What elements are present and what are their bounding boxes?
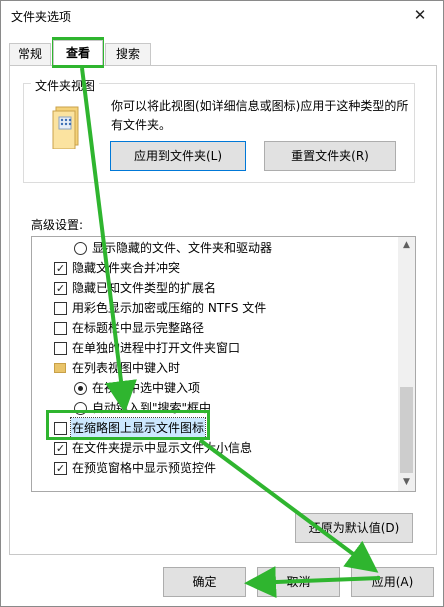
checkbox-unchecked[interactable]	[54, 342, 67, 355]
checkbox-unchecked[interactable]	[54, 322, 67, 335]
advanced-setting-label: 在缩略图上显示文件图标	[69, 417, 207, 439]
advanced-setting-label: 在列表视图中键入时	[72, 361, 181, 375]
advanced-setting-label: 在视图中选中键入项	[92, 381, 201, 395]
tab-search[interactable]: 搜索	[105, 43, 151, 65]
checkbox-checked[interactable]: ✓	[54, 262, 67, 275]
checkbox-unchecked[interactable]	[54, 422, 67, 435]
scroll-down-icon[interactable]: ▼	[398, 474, 415, 491]
title-bar: 文件夹选项 ✕	[1, 1, 443, 31]
advanced-setting-row[interactable]: 在单独的进程中打开文件夹窗口	[32, 338, 398, 358]
scroll-up-icon[interactable]: ▲	[398, 237, 415, 254]
checkbox-checked[interactable]: ✓	[54, 282, 67, 295]
advanced-setting-row[interactable]: 在缩略图上显示文件图标	[32, 417, 398, 439]
advanced-setting-row[interactable]: 用彩色显示加密或压缩的 NTFS 文件	[32, 298, 398, 318]
apply-button[interactable]: 应用(A)	[351, 567, 434, 597]
advanced-setting-label: 自动键入到"搜索"框中	[92, 401, 212, 415]
ok-button[interactable]: 确定	[163, 567, 246, 597]
advanced-setting-row[interactable]: 在列表视图中键入时	[32, 358, 398, 378]
tab-general[interactable]: 常规	[9, 43, 51, 65]
advanced-setting-row[interactable]: ✓ 在预览窗格中显示预览控件	[32, 458, 398, 478]
checkbox-unchecked[interactable]	[54, 302, 67, 315]
folder-icon	[54, 363, 66, 373]
radio-selected[interactable]	[74, 382, 87, 395]
scroll-thumb[interactable]	[400, 387, 413, 473]
advanced-setting-row[interactable]: 显示隐藏的文件、文件夹和驱动器	[32, 238, 398, 258]
cancel-button[interactable]: 取消	[257, 567, 340, 597]
advanced-settings-list[interactable]: 显示隐藏的文件、文件夹和驱动器 ✓ 隐藏文件夹合并冲突 ✓ 隐藏已知文件类型的扩展名用彩…	[31, 236, 416, 492]
folder-options-dialog: 文件夹选项 ✕ 常规 查看 搜索 文件夹视图 你可以将此视图(如详细信息或图标)…	[0, 0, 444, 607]
tab-view[interactable]: 查看	[53, 40, 103, 65]
restore-defaults-button[interactable]: 还原为默认值(D)	[295, 513, 413, 543]
advanced-setting-label: 隐藏已知文件类型的扩展名	[72, 281, 217, 295]
advanced-setting-row[interactable]: 在标题栏中显示完整路径	[32, 318, 398, 338]
advanced-setting-row[interactable]: 在视图中选中键入项	[32, 378, 398, 398]
advanced-settings-label: 高级设置:	[31, 218, 84, 232]
advanced-setting-label: 在预览窗格中显示预览控件	[72, 461, 217, 475]
folder-views-description: 你可以将此视图(如详细信息或图标)应用于这种类型的所有文件夹。	[111, 99, 409, 132]
radio-unselected[interactable]	[74, 242, 87, 255]
folder-views-title: 文件夹视图	[31, 77, 100, 94]
close-icon[interactable]: ✕	[397, 1, 443, 31]
apply-to-folders-button[interactable]: 应用到文件夹(L)	[110, 141, 246, 171]
window-title: 文件夹选项	[11, 10, 72, 24]
advanced-setting-label: 在单独的进程中打开文件夹窗口	[72, 341, 241, 355]
advanced-setting-label: 隐藏文件夹合并冲突	[72, 261, 181, 275]
checkbox-checked[interactable]: ✓	[54, 462, 67, 475]
advanced-setting-row[interactable]: 自动键入到"搜索"框中	[32, 398, 398, 418]
reset-folders-button[interactable]: 重置文件夹(R)	[264, 141, 396, 171]
vertical-scrollbar[interactable]: ▲ ▼	[398, 237, 415, 491]
folder-view-icon	[52, 106, 79, 149]
advanced-setting-label: 在文件夹提示中显示文件大小信息	[72, 441, 253, 455]
advanced-setting-label: 在标题栏中显示完整路径	[72, 321, 205, 335]
tab-strip: 常规 查看 搜索	[9, 40, 437, 65]
advanced-setting-label: 显示隐藏的文件、文件夹和驱动器	[92, 241, 273, 255]
advanced-setting-row[interactable]: ✓ 隐藏文件夹合并冲突	[32, 258, 398, 278]
advanced-setting-row[interactable]: ✓ 隐藏已知文件类型的扩展名	[32, 278, 398, 298]
advanced-setting-row[interactable]: ✓ 在文件夹提示中显示文件大小信息	[32, 438, 398, 458]
radio-unselected[interactable]	[74, 402, 87, 415]
checkbox-checked[interactable]: ✓	[54, 442, 67, 455]
advanced-setting-label: 用彩色显示加密或压缩的 NTFS 文件	[72, 301, 267, 315]
